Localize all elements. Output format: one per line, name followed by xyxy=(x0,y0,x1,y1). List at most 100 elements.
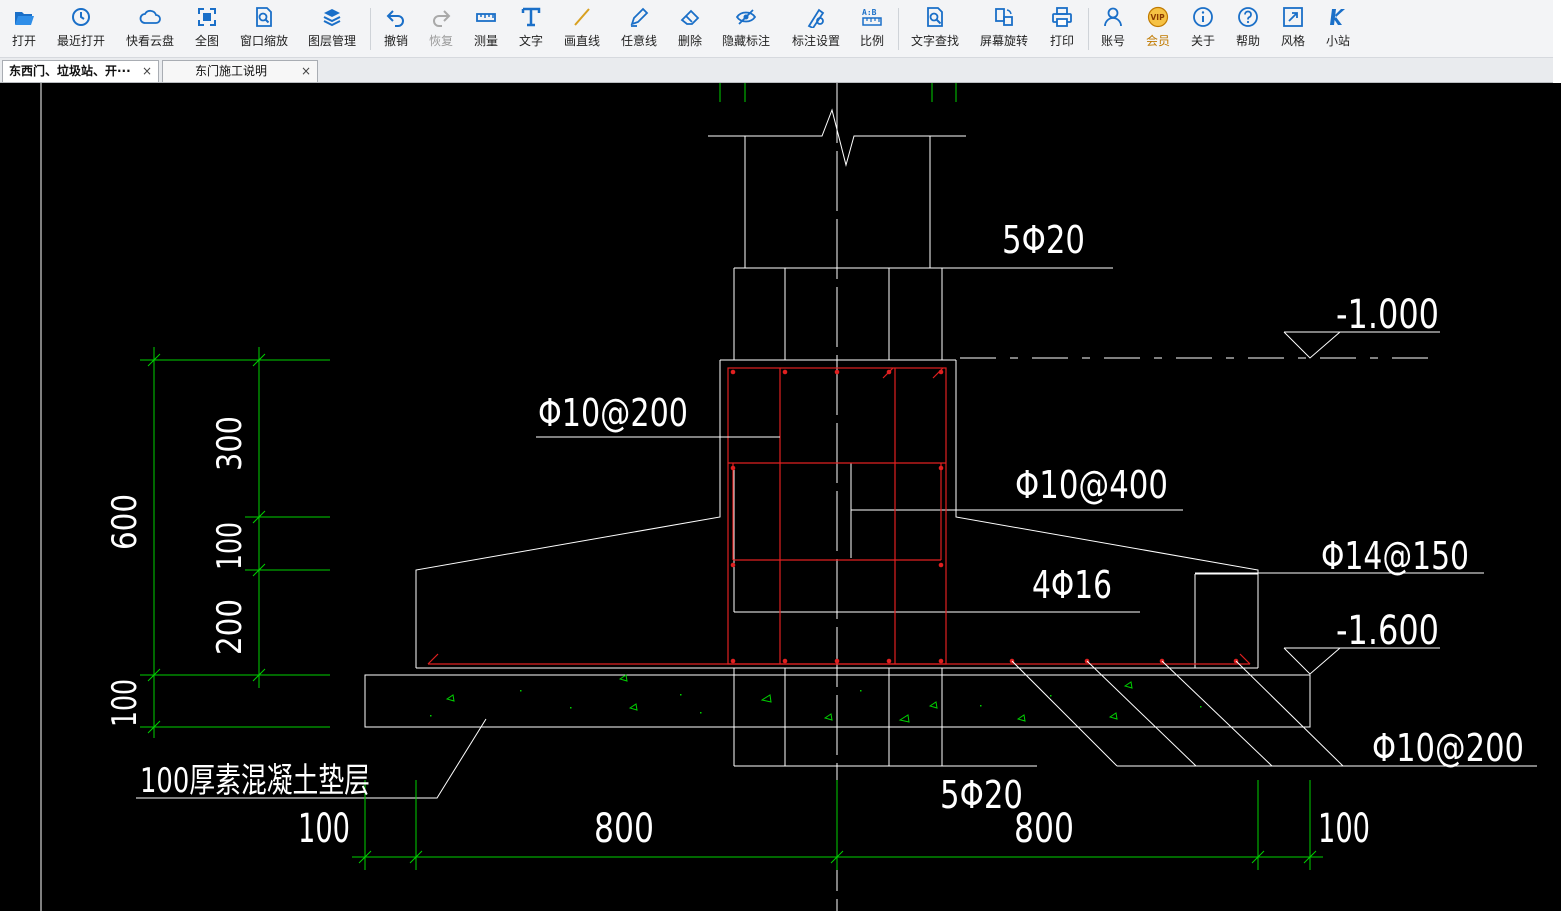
svg-text:VIP: VIP xyxy=(1151,13,1166,22)
mini-site-button[interactable]: 小站 xyxy=(1321,4,1355,54)
tab-document-1[interactable]: 东西门、垃圾站、开··· × xyxy=(2,60,159,82)
measure-label: 测量 xyxy=(473,34,498,48)
vip-label: 会员 xyxy=(1145,34,1170,48)
redo-icon xyxy=(433,10,451,27)
middle-bars-label: 4Φ16 xyxy=(1032,563,1112,607)
mini-site-label: 小站 xyxy=(1325,34,1350,48)
user-icon xyxy=(1104,7,1122,27)
undo-icon xyxy=(386,10,404,27)
info-icon xyxy=(1193,7,1213,27)
k-logo-icon xyxy=(1330,9,1345,25)
dim-100-mid: 100 xyxy=(210,522,250,570)
delete-button[interactable]: 删除 xyxy=(673,4,707,54)
vip-badge-icon: VIP xyxy=(1147,6,1169,28)
fit-all-icon xyxy=(198,8,216,26)
scrollbar[interactable] xyxy=(1553,0,1561,83)
dim-100-cushion: 100 xyxy=(105,679,145,727)
scale-label: 比例 xyxy=(859,34,884,48)
eraser-icon xyxy=(680,9,700,25)
rotate-screen-button[interactable]: 屏幕旋转 xyxy=(976,4,1032,54)
slab-top-bars-label: Φ14@150 xyxy=(1321,534,1469,578)
text-search-button[interactable]: 文字查找 xyxy=(907,4,963,54)
cloud-disk-button[interactable]: 快看云盘 xyxy=(122,4,178,54)
toolbar-separator xyxy=(898,8,899,50)
drawing-canvas[interactable]: .w { stroke:#ffffff; stroke-width:1; fil… xyxy=(0,83,1561,911)
open-label: 打开 xyxy=(11,34,36,48)
stirrup-middle-label: Φ10@400 xyxy=(1015,463,1168,507)
style-arrow-icon xyxy=(1283,7,1303,27)
undo-label: 撤销 xyxy=(383,34,408,48)
rotate-screen-icon xyxy=(995,8,1013,26)
close-icon[interactable]: × xyxy=(301,61,311,81)
freehand-pen-icon xyxy=(630,7,649,27)
redo-label: 恢复 xyxy=(428,34,453,48)
help-icon xyxy=(1238,7,1258,27)
recent-open-button[interactable]: 最近打开 xyxy=(53,4,109,54)
help-button[interactable]: 帮助 xyxy=(1231,4,1265,54)
dim-100-left: 100 xyxy=(298,806,350,852)
dim-300: 300 xyxy=(210,416,250,471)
recent-open-label: 最近打开 xyxy=(56,34,105,48)
text-label: 文字 xyxy=(518,34,543,48)
layer-manager-button[interactable]: 图层管理 xyxy=(304,4,360,54)
stirrup-left-label: Φ10@200 xyxy=(538,391,688,435)
rotate-screen-label: 屏幕旋转 xyxy=(979,34,1028,48)
dim-800-left: 800 xyxy=(594,806,654,852)
help-label: 帮助 xyxy=(1235,34,1260,48)
window-zoom-label: 窗口缩放 xyxy=(239,34,288,48)
freehand-line-button[interactable]: 任意线 xyxy=(617,4,661,54)
print-label: 打印 xyxy=(1049,34,1074,48)
toolbar-separator xyxy=(1088,8,1089,50)
scale-icon: A:B xyxy=(862,8,882,26)
print-button[interactable]: 打印 xyxy=(1045,4,1079,54)
vip-button[interactable]: VIP 会员 xyxy=(1141,4,1175,54)
annotation-settings-icon xyxy=(807,8,825,28)
slab-bottom-bars-label: Φ10@200 xyxy=(1372,726,1524,770)
annotation-settings-label: 标注设置 xyxy=(791,34,840,48)
account-button[interactable]: 账号 xyxy=(1096,4,1130,54)
line-icon xyxy=(574,8,590,26)
text-button[interactable]: 文字 xyxy=(514,4,548,54)
dim-800-right: 800 xyxy=(1014,806,1074,852)
cloud-icon xyxy=(139,9,161,24)
printer-icon xyxy=(1052,7,1072,27)
elevation-bottom-label: -1.600 xyxy=(1336,608,1439,654)
bottom-bars-label: 5Φ20 xyxy=(940,773,1023,817)
cloud-disk-label: 快看云盘 xyxy=(125,34,174,48)
recent-clock-icon xyxy=(72,8,90,26)
layer-manager-label: 图层管理 xyxy=(307,34,356,48)
dim-100-right: 100 xyxy=(1318,806,1370,852)
window-zoom-button[interactable]: 窗口缩放 xyxy=(236,4,292,54)
open-folder-icon xyxy=(15,12,34,25)
hide-annotations-button[interactable]: 隐藏标注 xyxy=(718,4,774,54)
measure-icon xyxy=(476,13,496,22)
elevation-top-label: -1.000 xyxy=(1336,292,1439,338)
document-tab-bar: 东西门、垃圾站、开··· × 东门施工说明 × xyxy=(0,58,1561,83)
close-icon[interactable]: × xyxy=(142,61,152,81)
dim-600: 600 xyxy=(105,494,145,550)
draw-line-label: 画直线 xyxy=(563,34,600,48)
measure-button[interactable]: 测量 xyxy=(469,4,503,54)
top-bars-label: 5Φ20 xyxy=(1002,218,1085,262)
annotation-settings-button[interactable]: 标注设置 xyxy=(788,4,844,54)
undo-button[interactable]: 撤销 xyxy=(379,4,413,54)
cushion-layer-label: 100厚素混凝土垫层 xyxy=(140,761,370,801)
text-search-label: 文字查找 xyxy=(910,34,959,48)
tab-document-2[interactable]: 东门施工说明 × xyxy=(162,60,318,82)
text-search-icon xyxy=(927,7,943,27)
fit-all-label: 全图 xyxy=(194,34,219,48)
open-button[interactable]: 打开 xyxy=(6,4,42,54)
about-button[interactable]: 关于 xyxy=(1186,4,1220,54)
style-label: 风格 xyxy=(1280,34,1305,48)
fit-all-button[interactable]: 全图 xyxy=(190,4,224,54)
redo-button[interactable]: 恢复 xyxy=(424,4,458,54)
text-icon xyxy=(521,7,541,27)
account-label: 账号 xyxy=(1100,34,1125,48)
style-button[interactable]: 风格 xyxy=(1276,4,1310,54)
toolbar-separator xyxy=(370,8,371,50)
scale-button[interactable]: A:B 比例 xyxy=(855,4,889,54)
about-label: 关于 xyxy=(1190,34,1215,48)
draw-line-button[interactable]: 画直线 xyxy=(560,4,604,54)
layers-icon xyxy=(323,9,341,27)
svg-text:A:B: A:B xyxy=(862,8,877,17)
